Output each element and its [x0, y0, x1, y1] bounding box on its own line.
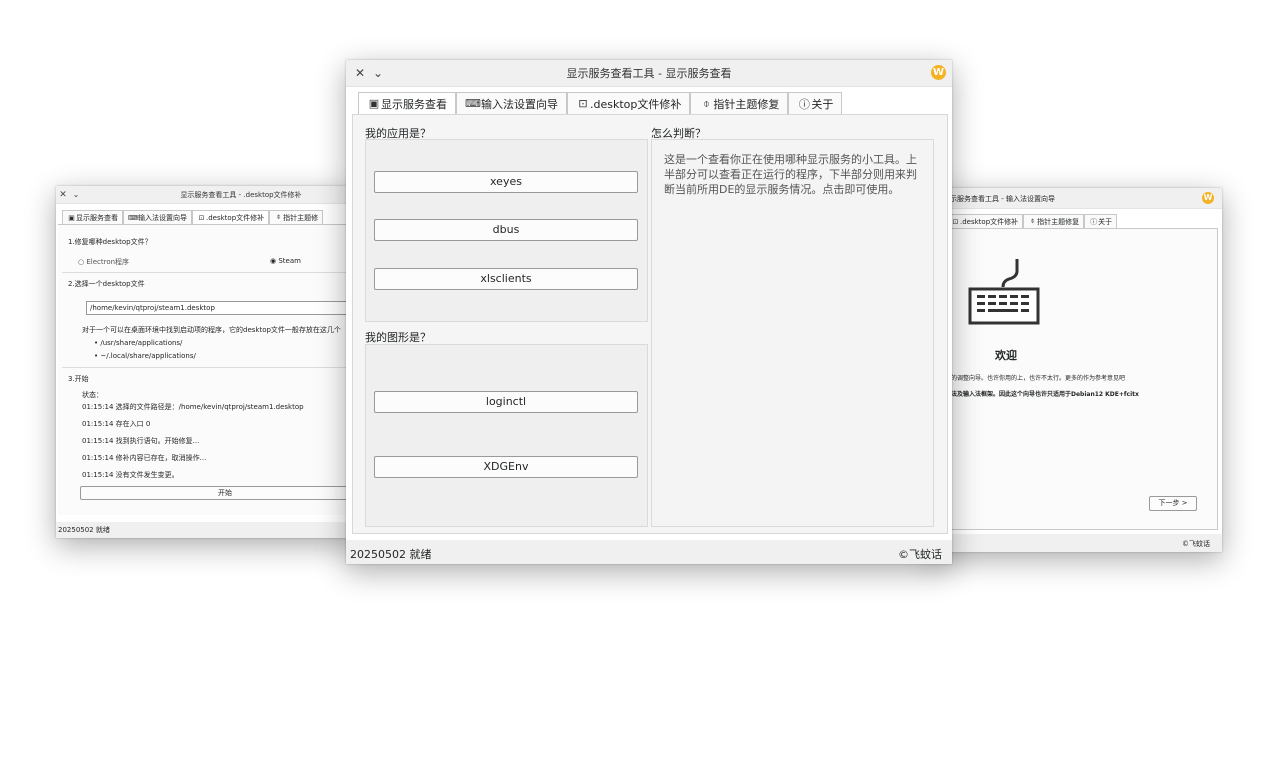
tab-input-method[interactable]: ⌨ 输入法设置向导: [456, 92, 567, 114]
tab-pointer-theme[interactable]: ⌽ 指针主题修复: [690, 92, 789, 114]
app-logo-icon: W: [931, 65, 946, 80]
app-button-panel: xeyes dbus xlsclients: [365, 139, 648, 322]
description-text: 这是一个查看你正在使用哪种显示服务的小工具。上半部分可以查看正在运行的程序，下半…: [664, 153, 917, 196]
divider: [62, 272, 356, 273]
tab-desktop-fix[interactable]: ⊡ .desktop文件修补: [946, 214, 1024, 228]
section-title: 3.开始: [68, 375, 89, 383]
description-panel: 这是一个查看你正在使用哪种显示服务的小工具。上半部分可以查看正在运行的程序，下半…: [651, 139, 934, 527]
desktop-path-input[interactable]: /home/kevin/qtproj/steam1.desktop: [86, 301, 356, 315]
tab-input-method[interactable]: ⌨ 输入法设置向导: [123, 210, 192, 224]
tab-pointer-theme[interactable]: ⌽ 指针主题修复: [1023, 214, 1085, 228]
welcome-title: 欢迎: [995, 349, 1017, 362]
xlsclients-button[interactable]: xlsclients: [374, 268, 638, 290]
graphics-button-panel: loginctl XDGEnv: [365, 344, 648, 527]
tab-label: 指针主题修复: [1037, 217, 1080, 226]
tab-label: .desktop文件修补: [206, 213, 265, 222]
log-line: 01:15:14 选择的文件路径是：/home/kevin/qtproj/ste…: [82, 403, 304, 411]
monitor-icon: ▣: [368, 97, 380, 110]
tab-display-service[interactable]: ▣ 显示服务查看: [358, 92, 456, 114]
window-title: 显示服务查看工具 - 显示服务查看: [566, 67, 732, 80]
keyboard-icon: ⌨: [465, 97, 481, 110]
tab-desktop-fix[interactable]: ⊡ .desktop文件修补: [567, 92, 691, 114]
file-icon: ⊡: [578, 97, 588, 110]
tab-label: 显示服务查看: [76, 213, 118, 222]
tab-label: 输入法设置向导: [138, 213, 187, 222]
start-button[interactable]: 开始: [80, 486, 356, 500]
desktop-fix-window: ✕ ⌄ 显示服务查看工具 - .desktop文件修补 ▣ 显示服务查看 ⌨ 输…: [56, 186, 356, 538]
title-bar[interactable]: ✕ ⌄ 显示服务查看工具 - .desktop文件修补: [56, 186, 356, 204]
display-service-window: ✕ ⌄ 显示服务查看工具 - 显示服务查看 W ▣ 显示服务查看 ⌨ 输入法设置…: [346, 60, 952, 564]
copyright-text: ©飞蚊话: [898, 548, 942, 561]
dbus-button[interactable]: dbus: [374, 219, 638, 241]
file-icon: ⊡: [952, 217, 959, 226]
monitor-icon: ▣: [68, 213, 75, 222]
tab-display-service[interactable]: ▣ 显示服务查看: [62, 210, 123, 224]
tab-label: 关于: [811, 97, 834, 111]
pointer-icon: ⌽: [1030, 217, 1035, 225]
tab-pointer-theme[interactable]: ⌽ 指针主题修: [269, 210, 324, 224]
tab-content: 我的应用是？ xeyes dbus xlsclients 我的图形是？ logi…: [352, 114, 948, 534]
tab-bar: ▣ 显示服务查看 ⌨ 输入法设置向导 ⊡ .desktop文件修补 ⌽ 指针主题…: [62, 210, 324, 224]
pointer-icon: ⌽: [703, 96, 710, 110]
status-label: 状态：: [82, 391, 103, 399]
log-line: 01:15:14 修补内容已存在，取消操作...: [82, 454, 207, 462]
intro-line: 法及输入法框架。因此这个向导也许只适用于Debian12 KDE+fcitx: [951, 391, 1139, 398]
status-bar: ©飞蚊话: [930, 534, 1222, 552]
window-title: 示服务查看工具 - 输入法设置向导: [950, 195, 1055, 203]
xeyes-button[interactable]: xeyes: [374, 171, 638, 193]
radio-electron[interactable]: ○ Electron程序: [78, 257, 129, 267]
log-line: 01:15:14 没有文件发生变更。: [82, 471, 179, 479]
info-icon: ⓘ: [798, 97, 810, 111]
xdgenv-button[interactable]: XDGEnv: [374, 456, 638, 478]
title-bar[interactable]: ✕ ⌄ 显示服务查看工具 - 显示服务查看 W: [346, 60, 952, 87]
file-icon: ⊡: [198, 213, 205, 222]
tab-content: 1.修复哪种desktop文件？ ○ Electron程序 ◉ Steam 2.…: [58, 224, 356, 515]
tab-label: 输入法设置向导: [481, 97, 558, 111]
status-bar: 20250502 就绪 ©飞蚊话: [346, 540, 952, 564]
tab-desktop-fix[interactable]: ⊡ .desktop文件修补: [192, 210, 270, 224]
copyright-text: ©飞蚊话: [1182, 540, 1210, 548]
section-title: 2.选择一个desktop文件: [68, 280, 145, 288]
radio-circle-icon: ○: [78, 258, 85, 266]
app-logo-icon: W: [1202, 192, 1214, 204]
chevron-down-icon[interactable]: ⌄: [370, 66, 386, 80]
close-icon[interactable]: ✕: [56, 190, 70, 200]
tab-label: .desktop文件修补: [590, 97, 682, 111]
status-text: 20250502 就绪: [350, 548, 432, 561]
path-list-item: • ~/.local/share/applications/: [94, 352, 196, 360]
section-title: 1.修复哪种desktop文件？: [68, 238, 152, 246]
tab-label: 指针主题修: [283, 213, 319, 222]
intro-line: 的调整向导。也许你用的上，也许不太行。更多的作为参考意见吧: [951, 375, 1126, 382]
tab-about[interactable]: ⓘ 关于: [788, 92, 843, 114]
status-text: 20250502 就绪: [58, 526, 110, 534]
divider: [62, 367, 356, 368]
pointer-icon: ⌽: [276, 213, 281, 221]
hint-text: 对于一个可以在桌面环境中找到启动项的程序，它的desktop文件一般存放在这几个: [82, 326, 341, 334]
tab-bar: ▣ 显示服务查看 ⌨ 输入法设置向导 ⊡ .desktop文件修补 ⌽ 指针主题…: [358, 92, 843, 114]
tab-label: .desktop文件修补: [960, 217, 1019, 226]
keyboard-icon: [968, 259, 1040, 325]
tab-label: 显示服务查看: [381, 97, 447, 111]
radio-steam[interactable]: ◉ Steam: [270, 257, 301, 265]
log-line: 01:15:14 找到执行语句。开始修复...: [82, 437, 200, 445]
path-list-item: • /usr/share/applications/: [94, 339, 183, 347]
tab-label: 指针主题修复: [713, 97, 780, 111]
info-icon: ⓘ: [1090, 217, 1098, 226]
input-method-window: 示服务查看工具 - 输入法设置向导 W ⊡ .desktop文件修补 ⌽ 指针主…: [930, 188, 1222, 552]
chevron-down-icon[interactable]: ⌄: [70, 190, 82, 199]
close-icon[interactable]: ✕: [350, 66, 370, 80]
log-line: 01:15:14 存在入口 0: [82, 420, 151, 428]
graphics-question-label: 我的图形是？: [365, 331, 431, 344]
tab-label: 关于: [1098, 217, 1113, 226]
status-bar: 20250502 就绪: [56, 522, 356, 538]
next-button[interactable]: 下一步 >: [1149, 496, 1197, 511]
keyboard-icon: ⌨: [128, 213, 139, 222]
loginctl-button[interactable]: loginctl: [374, 391, 638, 413]
tab-bar: ⊡ .desktop文件修补 ⌽ 指针主题修复 ⓘ 关于: [946, 214, 1118, 228]
tab-content: 欢迎 的调整向导。也许你用的上，也许不太行。更多的作为参考意见吧 法及输入法框架…: [930, 228, 1218, 530]
radio-checked-icon: ◉: [270, 257, 277, 265]
window-title: 显示服务查看工具 - .desktop文件修补: [180, 190, 302, 199]
tab-about[interactable]: ⓘ 关于: [1084, 214, 1118, 228]
title-bar[interactable]: 示服务查看工具 - 输入法设置向导 W: [930, 188, 1222, 209]
